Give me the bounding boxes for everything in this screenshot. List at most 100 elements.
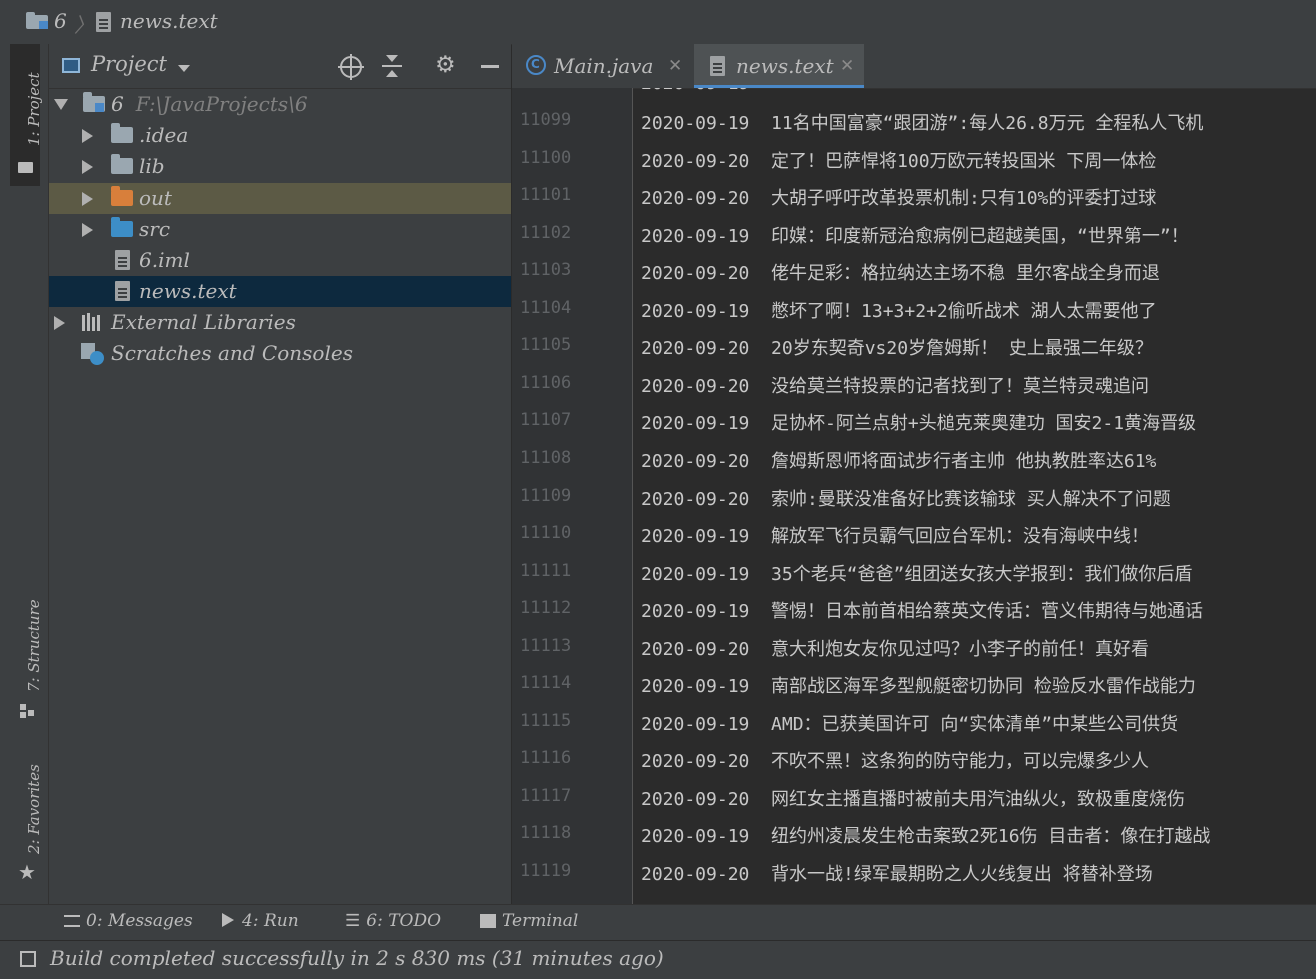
code-line: 2020-09-19 解放军飞行员霸气回应台军机：没有海峡中线！ (641, 526, 1150, 548)
line-number: 11105 (520, 335, 572, 356)
folder-icon (111, 123, 133, 143)
chevron-down-icon[interactable] (178, 65, 190, 72)
tool-tab-favorites[interactable]: 2: Favorites ★ (10, 744, 43, 894)
code-line: 2020-09-20 网红女主播直播时被前夫用汽油纵火，致极重度烧伤 (641, 788, 1186, 810)
code-line: 2020-09-20 索帅:曼联没准备好比赛该输球 买人解决不了问题 (641, 488, 1171, 510)
folder-icon (18, 162, 33, 173)
module-file-icon (115, 250, 130, 270)
line-number: 11113 (520, 635, 572, 656)
expand-arrow-icon[interactable] (82, 192, 93, 206)
status-bar: Build completed successfully in 2 s 830 … (0, 940, 1316, 979)
tree-node-scratches[interactable]: Scratches and Consoles (49, 338, 511, 369)
tree-node-label: .idea (139, 123, 189, 147)
line-number: 11112 (520, 598, 572, 619)
line-number: 11111 (520, 560, 572, 581)
locate-icon[interactable] (338, 54, 364, 80)
tree-node-folder[interactable]: src (49, 214, 511, 245)
code-line: 2020-09-20 意大利炮女友你见过吗？小李子的前任！真好看 (641, 638, 1150, 660)
tree-node-label: news.text (139, 279, 237, 303)
breadcrumb-file[interactable]: news.text (120, 9, 218, 33)
tool-tab-structure-label: 7: Structure (25, 599, 43, 692)
line-number: 11100 (520, 147, 572, 168)
gear-icon[interactable]: ⚙ (435, 52, 456, 78)
code-line: 2020-09-19 南部战区海军多型舰艇密切协同 检验反水雷作战能力 (641, 676, 1196, 698)
project-view-icon (62, 58, 80, 73)
text-file-icon (115, 281, 130, 301)
breadcrumb-project[interactable]: 6 (54, 9, 67, 33)
tool-tab-project[interactable]: 1: Project (10, 44, 43, 186)
tree-node-label: out (139, 186, 172, 210)
tree-node-label: External Libraries (111, 310, 296, 334)
tree-node-file[interactable]: news.text (49, 276, 511, 307)
close-icon[interactable]: ✕ (668, 56, 682, 76)
collapse-all-icon[interactable] (382, 54, 402, 78)
code-line-partial: 2020-09-19 ──────────── (641, 88, 901, 94)
tree-node-folder[interactable]: out (49, 183, 511, 214)
line-number: 11104 (520, 297, 572, 318)
tab-label: news.text (736, 54, 834, 78)
tool-tab-terminal[interactable]: Terminal (480, 911, 578, 931)
line-number: 11107 (520, 410, 572, 431)
tree-node-label: lib (139, 154, 165, 178)
tool-tab-structure[interactable]: 7: Structure (10, 584, 43, 734)
tree-node-folder[interactable]: .idea (49, 120, 511, 151)
tree-node-label: 6.iml (139, 248, 190, 272)
module-path: F:\JavaProjects\6 (135, 92, 308, 116)
tab-label: Main.java (554, 54, 654, 78)
expand-arrow-icon[interactable] (54, 316, 65, 330)
line-number: 11119 (520, 861, 572, 881)
project-panel-header: Project ⚙ (49, 44, 511, 89)
bottom-tool-window-strip: 0: Messages 4: Run ☰ 6: TODO Terminal (0, 904, 1316, 941)
module-folder-icon (26, 12, 48, 29)
toggle-tool-windows-icon[interactable] (20, 951, 36, 967)
navigation-bar: 6 〉 news.text (0, 0, 1316, 45)
expand-arrow-icon[interactable] (54, 99, 68, 110)
module-badge-icon (95, 103, 104, 112)
line-number: 11110 (520, 523, 572, 544)
code-line: 2020-09-19 憋坏了啊！13+3+2+2偷听战术 湖人太需要他了 (641, 300, 1157, 322)
line-number: 11108 (520, 447, 572, 468)
code-content[interactable]: 11098 2020-09-19 ──────────── 11099 2020-… (512, 88, 1316, 904)
project-tool-window: Project ⚙ 6 F:\JavaProjects\6 .idea lib … (49, 44, 511, 904)
expand-arrow-icon[interactable] (82, 223, 93, 237)
tab-main-java[interactable]: C Main.java ✕ (512, 44, 692, 88)
hide-panel-icon[interactable] (481, 65, 499, 68)
tab-news-text[interactable]: news.text ✕ (694, 44, 864, 88)
code-line: 2020-09-20 佬牛足彩：格拉纳达主场不稳 里尔客战全身而退 (641, 263, 1160, 285)
tool-tab-messages[interactable]: 0: Messages (64, 911, 193, 931)
line-number: 11101 (520, 185, 572, 206)
tree-node-folder[interactable]: lib (49, 151, 511, 182)
project-tree: 6 F:\JavaProjects\6 .idea lib out src 6.… (49, 89, 511, 904)
code-line: 2020-09-20 大胡子呼吁改革投票机制:只有10%的评委打过球 (641, 188, 1157, 210)
tree-node-label: 6 F:\JavaProjects\6 (111, 92, 308, 116)
tree-node-module[interactable]: 6 F:\JavaProjects\6 (49, 89, 511, 120)
code-line: 2020-09-19 11名中国富豪“跟团游”:每人26.8万元 全程私人飞机 (641, 113, 1204, 134)
code-line: 2020-09-20 定了！巴萨悍将100万欧元转投国米 下周一体检 (641, 150, 1157, 172)
code-line: 2020-09-19 35个老兵“爸爸”组团送女孩大学报到：我们做你后盾 (641, 563, 1193, 585)
excluded-folder-icon (111, 186, 133, 206)
expand-arrow-icon[interactable] (82, 160, 93, 174)
source-folder-icon (111, 217, 133, 237)
java-class-icon: C (526, 55, 546, 75)
tree-node-file[interactable]: 6.iml (49, 245, 511, 276)
line-number: 11116 (520, 748, 572, 769)
tree-node-label: Scratches and Consoles (111, 341, 353, 365)
line-number: 11109 (520, 485, 572, 506)
tree-node-libraries[interactable]: External Libraries (49, 307, 511, 338)
tool-tab-run[interactable]: 4: Run (222, 911, 299, 931)
code-line: 2020-09-19 印媒：印度新冠治愈病例已超越美国，“世界第一”！ (641, 225, 1189, 247)
text-file-icon (710, 56, 725, 76)
line-number: 11106 (520, 372, 572, 393)
line-number: 11115 (520, 710, 572, 731)
code-line: 2020-09-19 纽约州凌晨发生枪击案致2死16伤 目击者：像在打越战 (641, 826, 1211, 848)
close-icon[interactable]: ✕ (840, 56, 854, 76)
messages-icon (64, 915, 80, 927)
line-number: 11117 (520, 785, 572, 806)
tool-tab-todo[interactable]: ☰ 6: TODO (345, 911, 441, 931)
code-line: 2020-09-20 不吹不黑！这条狗的防守能力，可以完爆多少人 (641, 751, 1150, 773)
folder-icon (111, 154, 133, 174)
breadcrumb-separator: 〉 (74, 13, 94, 37)
code-line: 2020-09-20 背水一战!绿军最期盼之人火线复出 将替补登场 (641, 864, 1153, 885)
expand-arrow-icon[interactable] (82, 129, 93, 143)
project-view-selector[interactable]: Project (91, 52, 167, 76)
